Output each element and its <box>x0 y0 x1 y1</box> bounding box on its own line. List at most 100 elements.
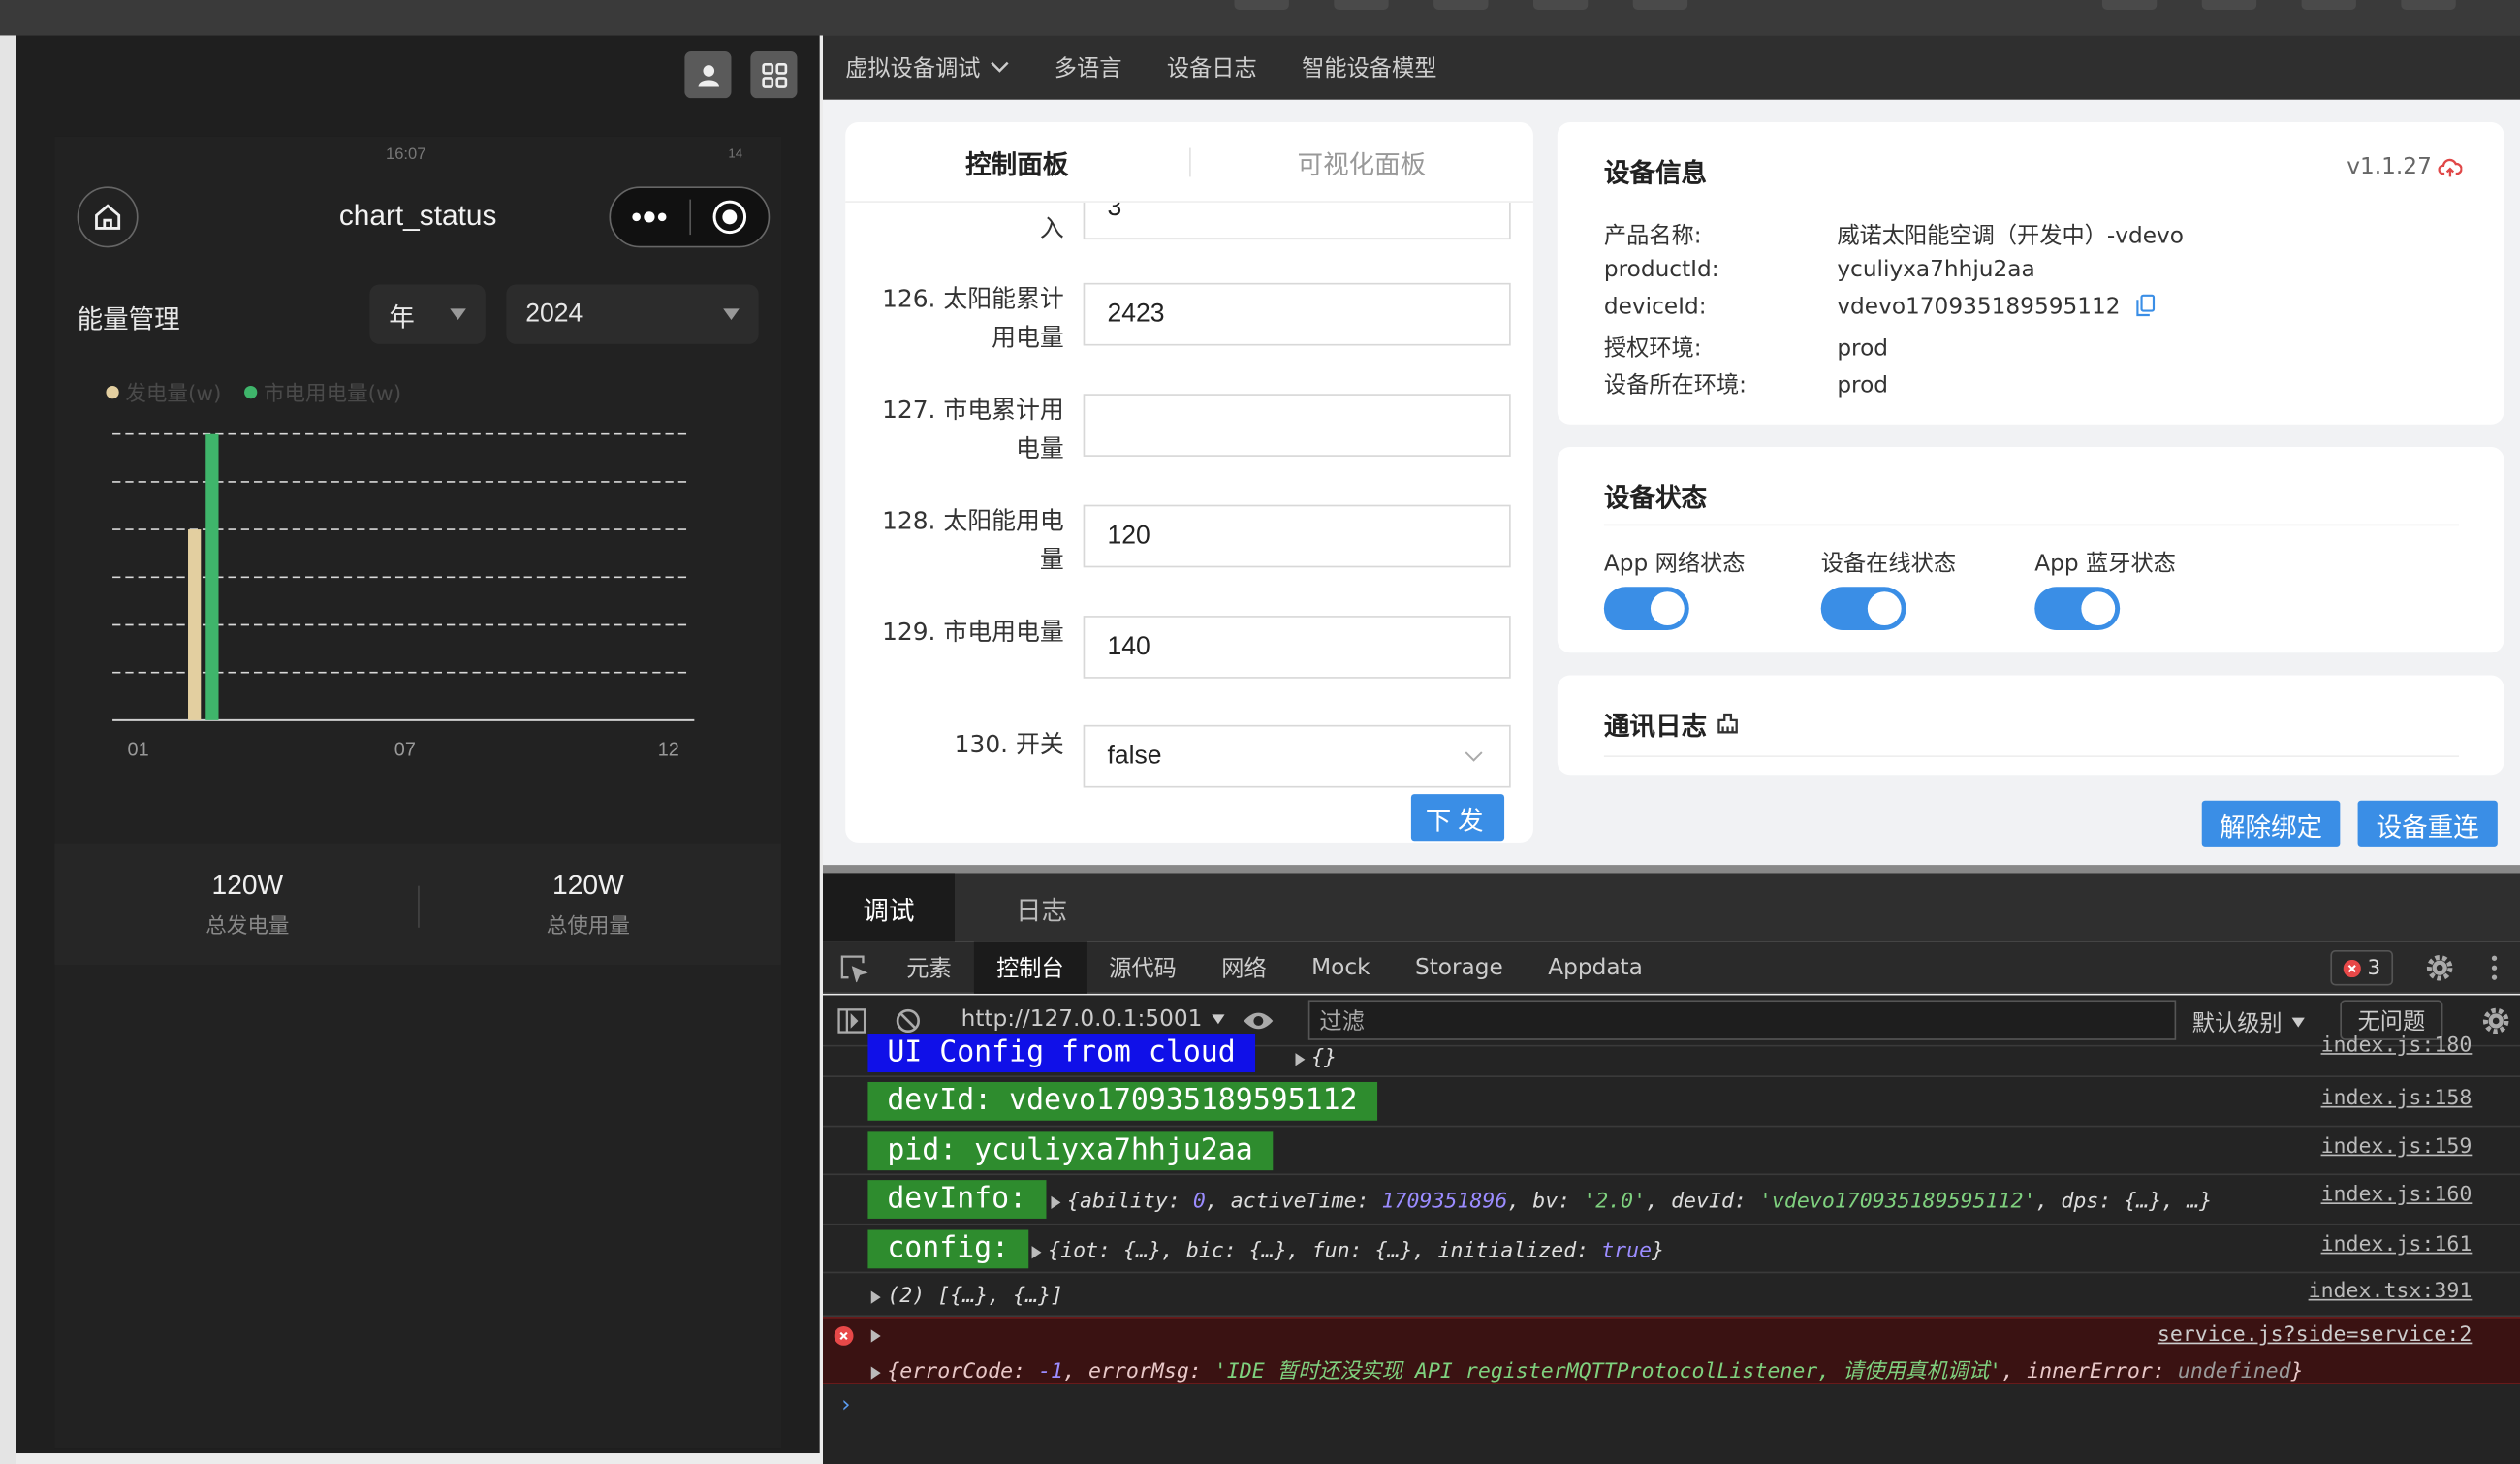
tab-mock[interactable]: Mock <box>1289 941 1393 993</box>
year-select-value: 2024 <box>525 300 583 328</box>
eye-icon[interactable] <box>1243 1009 1275 1032</box>
toolbar-button[interactable] <box>1632 0 1688 10</box>
info-key: 授权环境: <box>1603 335 1702 363</box>
copy-icon[interactable] <box>2135 294 2155 317</box>
log-source-link[interactable]: index.tsx:391 <box>2309 1280 2473 1304</box>
field-label: 用电量 <box>992 323 1064 353</box>
toolbar-button[interactable] <box>1433 0 1489 10</box>
log-badge: pid: yculiyxa7hhju2aa <box>867 1131 1273 1171</box>
clear-console-icon[interactable] <box>896 1008 922 1034</box>
stat-label: 总使用量 <box>546 914 631 939</box>
reconnect-button[interactable]: 设备重连 <box>2357 800 2498 847</box>
send-button[interactable]: 下发 <box>1410 794 1505 842</box>
tab-virtual-device[interactable]: 虚拟设备调试 <box>845 51 1009 83</box>
error-counter[interactable]: 3 <box>2330 949 2394 986</box>
tab-storage[interactable]: Storage <box>1393 941 1526 993</box>
toolbar-button[interactable] <box>2401 0 2456 10</box>
tab-sources[interactable]: 源代码 <box>1087 941 1199 993</box>
control-panel-card: 控制面板 可视化面板 入 3 126. 太阳能累计 用电量 2423 127. … <box>845 122 1533 843</box>
array-object[interactable]: (2) [{…}, {…}] <box>870 1285 1063 1309</box>
log-row: pid: yculiyxa7hhju2aa index.js:159 <box>822 1127 2520 1176</box>
error-log-row: service.js?side=service:2 {errorCode: -1… <box>822 1317 2520 1384</box>
device-status-title: 设备状态 <box>1603 482 1708 513</box>
stat-value: 120W <box>552 870 624 901</box>
home-icon <box>95 204 121 230</box>
page-title: chart_status <box>338 199 497 232</box>
field-label: 电量 <box>1015 433 1064 463</box>
tab-console[interactable]: 控制台 <box>973 940 1087 993</box>
error-source-link[interactable]: service.js?side=service:2 <box>2158 1323 2472 1348</box>
devinfo-object[interactable]: {ability: 0, activeTime: 1709351896, bv:… <box>1051 1190 2212 1214</box>
user-icon[interactable] <box>684 51 732 99</box>
tab-visual-panel[interactable]: 可视化面板 <box>1190 122 1533 201</box>
log-source-link[interactable]: index.js:158 <box>2321 1087 2473 1111</box>
toolbar-button[interactable] <box>1532 0 1589 10</box>
tab-elements[interactable]: 元素 <box>884 941 974 993</box>
period-select-value: 年 <box>389 301 415 333</box>
ide-main: 控制面板 可视化面板 入 3 126. 太阳能累计 用电量 2423 127. … <box>822 99 2520 866</box>
period-select[interactable]: 年 <box>369 284 486 344</box>
log-source-link[interactable]: index.js:180 <box>2321 1034 2473 1058</box>
level-select[interactable]: 默认级别 <box>2192 1006 2305 1038</box>
log-object[interactable]: {} <box>1295 1046 1337 1070</box>
dp-input[interactable]: 2423 <box>1083 282 1511 346</box>
tab-network[interactable]: 网络 <box>1199 941 1289 993</box>
dp-input[interactable]: 140 <box>1083 616 1511 679</box>
inspect-icon[interactable] <box>823 941 884 993</box>
clear-icon[interactable] <box>1717 713 1739 735</box>
status-label: App 蓝牙状态 <box>2034 551 2176 578</box>
toolbar-button[interactable] <box>1234 0 1289 10</box>
status-label: 设备在线状态 <box>1820 551 1957 578</box>
toolbar-button[interactable] <box>2301 0 2356 10</box>
network-status-toggle[interactable] <box>1603 587 1689 631</box>
tab-device-log[interactable]: 设备日志 <box>1167 51 1257 83</box>
bar-02 <box>188 529 202 720</box>
error-object[interactable]: {errorCode: -1, errorMsg: 'IDE 暂时还没实现 AP… <box>870 1353 2304 1384</box>
dp-input[interactable]: 3 <box>1083 202 1511 240</box>
field-label: 127. 市电累计用 <box>882 395 1064 425</box>
tab-log[interactable]: 日志 <box>955 873 1128 941</box>
info-key: 产品名称: <box>1603 223 1702 250</box>
error-icon <box>834 1326 854 1346</box>
legend-marker <box>244 385 258 399</box>
tab-appdata[interactable]: Appdata <box>1526 941 1665 993</box>
switch-select[interactable]: false <box>1083 724 1511 788</box>
context-select[interactable]: http://127.0.0.1:5001 <box>961 1006 1225 1033</box>
console-settings-icon[interactable] <box>2481 1006 2510 1035</box>
log-source-link[interactable]: index.js:159 <box>2321 1135 2473 1160</box>
tab-control-panel[interactable]: 控制面板 <box>845 122 1188 201</box>
online-status-toggle[interactable] <box>1820 587 1906 631</box>
phone-screen: 16:07 14 chart_status 能量管理 年 2024 发电量(w)… <box>54 136 781 1449</box>
config-object[interactable]: {iot: {…}, bic: {…}, fun: {…}, initializ… <box>1031 1239 1664 1263</box>
tab-i18n[interactable]: 多语言 <box>1055 51 1122 83</box>
log-source-link[interactable]: index.js:160 <box>2321 1183 2473 1207</box>
year-select[interactable]: 2024 <box>506 284 759 344</box>
log-source-link[interactable]: index.js:161 <box>2321 1233 2473 1257</box>
more-vertical-icon[interactable] <box>2491 953 2498 982</box>
toolbar-button[interactable] <box>1334 0 1389 10</box>
field-label: 129. 市电用电量 <box>882 617 1064 647</box>
filter-placeholder: 过滤 <box>1319 1008 1365 1035</box>
tab-device-model[interactable]: 智能设备模型 <box>1302 51 1436 83</box>
toolbar-button[interactable] <box>2101 0 2158 10</box>
grid-icon[interactable] <box>750 51 798 99</box>
more-icon[interactable] <box>611 188 688 246</box>
cloud-upload-icon[interactable] <box>2438 157 2463 178</box>
settings-icon[interactable] <box>2425 953 2454 982</box>
console-prompt[interactable]: › <box>839 1392 853 1418</box>
version-label: v1.1.27 <box>2347 154 2432 180</box>
unbind-button[interactable]: 解除绑定 <box>2201 800 2341 847</box>
dp-input[interactable]: 120 <box>1083 504 1511 568</box>
chevron-down-icon <box>723 308 740 320</box>
filter-input[interactable]: 过滤 <box>1307 1000 2177 1040</box>
tab-debug[interactable]: 调试 <box>822 873 955 942</box>
info-row: deviceId: vdevo170935189595112 <box>1604 294 2155 320</box>
window-edge <box>0 35 16 1464</box>
comm-log-title: 通讯日志 <box>1603 710 1708 742</box>
dp-input[interactable] <box>1083 394 1511 457</box>
toolbar-button[interactable] <box>2201 0 2257 10</box>
home-button[interactable] <box>77 186 139 248</box>
sidebar-toggle-icon[interactable] <box>837 1008 866 1034</box>
close-miniprogram-icon[interactable] <box>690 188 768 246</box>
bluetooth-status-toggle[interactable] <box>2034 587 2121 631</box>
